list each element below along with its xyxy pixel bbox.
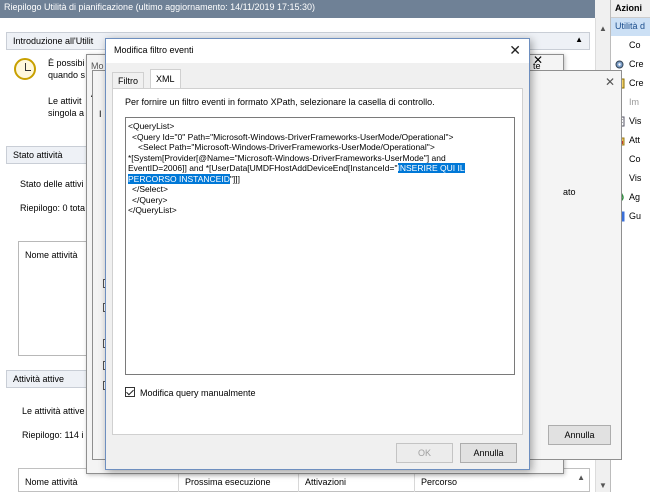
xml-line: *[System[Provider[@Name="Microsoft-Windo…	[128, 152, 446, 163]
xml-line: <Select Path="Microsoft-Windows-DriverFr…	[138, 142, 435, 152]
status-line-1: Stato delle attivi	[20, 179, 84, 189]
active-line-1: Le attività attive	[22, 406, 85, 416]
xml-line: </Select>	[132, 184, 168, 194]
status-list-column-name: Nome attività	[25, 250, 78, 260]
manual-edit-option[interactable]: Modifica query manualmente	[125, 387, 256, 398]
xml-query-editor[interactable]: <QueryList> <Query Id="0" Path="Microsof…	[125, 117, 515, 375]
xml-tab-panel: Per fornire un filtro eventi in formato …	[112, 88, 523, 435]
dialog-title: Modifica filtro eventi	[114, 45, 194, 55]
intro-text-4: singola a	[48, 108, 85, 118]
selected-text[interactable]: INSERIRE QUI IL	[397, 163, 465, 173]
xml-line-text: EventID=2006]] and *[UserData[UMDFHostAd…	[128, 163, 398, 173]
status-section-title: Stato attività	[13, 150, 63, 160]
action-item-label: Cre	[629, 59, 644, 69]
collapse-arrow-icon[interactable]: ▲	[575, 35, 583, 44]
scroll-down-icon[interactable]: ▼	[599, 481, 607, 490]
action-item-label: Vis	[629, 116, 642, 126]
xpath-hint: Per fornire un filtro eventi in formato …	[125, 97, 435, 107]
edit-event-filter-dialog: Modifica filtro eventi ✕ Filtro XML Per …	[105, 38, 530, 470]
xml-line: </QueryList>	[128, 205, 177, 215]
close-icon[interactable]: ✕	[509, 43, 521, 57]
clock-icon	[14, 58, 36, 80]
cancel-button[interactable]: Annulla	[460, 443, 517, 463]
status-line-2: Riepilogo: 0 tota	[20, 203, 86, 213]
tab-xml[interactable]: XML	[150, 69, 181, 89]
manual-edit-label: Modifica query manualmente	[140, 388, 256, 398]
active-line-2: Riepilogo: 114 i	[22, 430, 84, 440]
window-title: Riepilogo Utilità di pianificazione (ult…	[4, 2, 316, 12]
intro-section-title: Introduzione all'Utilit	[13, 36, 94, 46]
manual-edit-checkbox[interactable]	[125, 387, 135, 397]
actions-header: Azioni	[611, 0, 650, 18]
action-item-label: Att	[629, 135, 641, 145]
action-item-label: Ag	[629, 192, 641, 202]
xml-line: <QueryList>	[128, 121, 175, 131]
action-item-label: Gu	[629, 211, 642, 221]
action-item[interactable]: Co	[611, 36, 650, 55]
xml-line-text: "]]]	[229, 173, 240, 184]
action-item-label: Cre	[629, 78, 644, 88]
xml-line: <Query Id="0" Path="Microsoft-Windows-Dr…	[132, 131, 454, 142]
tab-filter[interactable]: Filtro	[112, 72, 144, 89]
background-cancel-button: Annulla	[548, 425, 611, 445]
xml-line: PERCORSO INSTANCEID"]]]	[128, 173, 512, 185]
dialog-title-bar: Modifica filtro eventi ✕	[106, 39, 529, 63]
action-item-label: Co	[629, 40, 641, 50]
intro-text-3: Le attivit	[48, 96, 82, 106]
action-item-label: Co	[629, 154, 641, 164]
background-label-ato: ato	[563, 187, 576, 197]
xml-line: EventID=2006]] and *[UserData[UMDFHostAd…	[128, 163, 512, 174]
intro-text-1: È possibi	[48, 58, 85, 68]
background-close-icon-2: ✕	[605, 75, 616, 89]
ok-button[interactable]: OK	[396, 443, 453, 463]
intro-text-2: quando s	[48, 70, 86, 80]
actions-selected-item[interactable]: Utilità d	[611, 18, 650, 36]
scroll-up-icon[interactable]: ▲	[599, 24, 607, 33]
selected-text[interactable]: PERCORSO INSTANCEID	[128, 173, 230, 184]
active-section-title: Attività attive	[13, 374, 65, 384]
background-label-i: I	[99, 109, 102, 119]
action-item-label: Vis	[629, 173, 642, 183]
action-item-label: Im	[629, 97, 639, 107]
xml-line: </Query>	[132, 194, 168, 205]
table-scroll-up-icon[interactable]: ▲	[577, 473, 585, 482]
background-close-icon: ✕	[533, 53, 544, 67]
window-title-bar: Riepilogo Utilità di pianificazione (ult…	[0, 0, 595, 18]
